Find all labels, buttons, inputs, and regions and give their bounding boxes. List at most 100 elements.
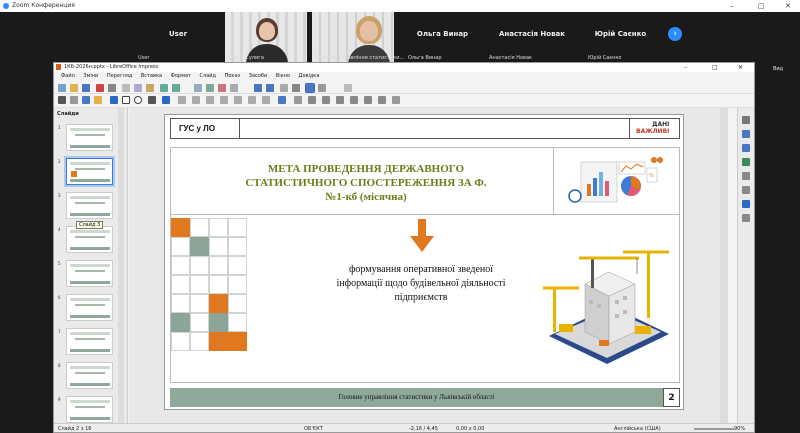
extrusion-icon[interactable]	[392, 96, 400, 104]
chart-icon[interactable]	[218, 84, 226, 92]
paste-icon[interactable]	[146, 84, 154, 92]
maximize-icon[interactable]: □	[712, 63, 718, 72]
menu-window[interactable]: Вікно	[276, 72, 290, 81]
zoom-icon[interactable]	[70, 96, 78, 104]
table-icon[interactable]	[194, 84, 202, 92]
next-page-button[interactable]: ›	[668, 27, 682, 41]
block-arrows-icon[interactable]	[220, 96, 228, 104]
new-icon[interactable]	[58, 84, 66, 92]
fill-color-icon[interactable]	[94, 96, 102, 104]
symbol-shapes-icon[interactable]	[206, 96, 214, 104]
minimize-icon[interactable]: –	[730, 0, 734, 12]
footer-text: Головне управління статистики у Львівськ…	[338, 393, 495, 401]
participant-tile[interactable]: User User	[133, 12, 223, 62]
arrange-icon[interactable]	[322, 96, 330, 104]
workspace-scrollbar[interactable]	[720, 108, 728, 423]
master-slide-icon[interactable]	[292, 84, 300, 92]
slide-thumbnail-selected[interactable]: 2	[58, 158, 113, 185]
arrow-line-icon[interactable]	[148, 96, 156, 104]
chevron-right-icon: ›	[673, 29, 677, 39]
textbox-icon[interactable]	[230, 84, 238, 92]
view-button[interactable]: Вид	[773, 66, 783, 72]
slide-thumbnail[interactable]: 6	[58, 294, 113, 321]
slide-number-box: 2	[663, 388, 680, 407]
ellipse-icon[interactable]	[134, 96, 142, 104]
participant-video-tile[interactable]: Головне управління статистики...	[312, 12, 404, 62]
crop-icon[interactable]	[364, 96, 372, 104]
distribute-icon[interactable]	[336, 96, 344, 104]
menu-help[interactable]: Довідка	[299, 72, 320, 81]
slides-panel: Слайди ✕ 1 2 3 4 5 6	[54, 108, 128, 423]
participant-video-tile[interactable]: Ольга Сулига	[225, 12, 310, 62]
undo-icon[interactable]	[160, 84, 168, 92]
animation-icon[interactable]	[742, 144, 750, 152]
menu-view[interactable]: Перегляд	[107, 72, 132, 81]
shapes-icon[interactable]	[742, 214, 750, 222]
open-icon[interactable]	[70, 84, 78, 92]
spelling-icon[interactable]	[344, 84, 352, 92]
stars-icon[interactable]	[262, 96, 270, 104]
slide-thumbnail[interactable]: 7	[58, 328, 113, 355]
participant-tile[interactable]: Ольга Винар Ольга Винар	[400, 12, 485, 62]
export-pdf-icon[interactable]	[96, 84, 104, 92]
menu-edit[interactable]: Зміни	[83, 72, 98, 81]
present-current-icon[interactable]	[266, 84, 274, 92]
image-icon[interactable]	[206, 84, 214, 92]
menu-format[interactable]: Формат	[171, 72, 191, 81]
menu-tools[interactable]: Засоби	[249, 72, 267, 81]
slides-panel-scrollbar[interactable]	[118, 108, 124, 423]
rotate-icon[interactable]	[294, 96, 302, 104]
styles-icon[interactable]	[742, 172, 750, 180]
shadow-icon[interactable]	[350, 96, 358, 104]
curve-icon[interactable]	[162, 96, 170, 104]
menu-file[interactable]: Файл	[61, 72, 75, 81]
slide-thumbnail[interactable]: 4	[58, 226, 113, 253]
rectangle-icon[interactable]	[122, 96, 130, 104]
zoom-slider[interactable]	[694, 428, 734, 430]
minimize-icon[interactable]: –	[684, 63, 687, 72]
copy-icon[interactable]	[134, 84, 142, 92]
line-icon[interactable]	[110, 96, 118, 104]
basic-shapes-icon[interactable]	[192, 96, 200, 104]
cut-icon[interactable]	[122, 84, 130, 92]
close-icon[interactable]: ✕	[785, 0, 791, 12]
new-slide-icon[interactable]	[318, 84, 326, 92]
close-icon[interactable]: ✕	[738, 63, 743, 72]
slide-thumbnail[interactable]: 9	[58, 396, 113, 423]
impress-window-title: 1КБ-2026н.pptx - LibreOffice Impress	[64, 64, 159, 70]
slide-canvas[interactable]: ГУС у ЛО ДАНІ ВАЖЛИВІ МЕТА ПРОВЕДЕННЯ ДЕ…	[164, 114, 684, 410]
svg-text:%: %	[649, 173, 654, 179]
redo-icon[interactable]	[172, 84, 180, 92]
slide-transition-icon[interactable]	[742, 130, 750, 138]
menu-insert[interactable]: Вставка	[141, 72, 162, 81]
status-zoom[interactable]: 90%	[734, 424, 745, 432]
maximize-icon[interactable]: □	[758, 0, 765, 12]
menu-slide[interactable]: Слайд	[200, 72, 216, 81]
slide-thumbnail[interactable]: 1	[58, 124, 113, 151]
3d-objects-icon[interactable]	[278, 96, 286, 104]
participant-tile[interactable]: Анастасія Новак Анастасія Новак	[487, 12, 577, 62]
print-icon[interactable]	[108, 84, 116, 92]
navigator-icon[interactable]	[742, 200, 750, 208]
layout-icon[interactable]	[305, 83, 315, 93]
participant-tile[interactable]: Юрій Саєнко Юрій Саєнко	[578, 12, 663, 62]
status-language[interactable]: Англійська (США)	[614, 424, 661, 432]
menu-show[interactable]: Показ	[225, 72, 241, 81]
flowchart-icon[interactable]	[234, 96, 242, 104]
slide-number: 3	[58, 193, 61, 198]
callouts-icon[interactable]	[248, 96, 256, 104]
select-icon[interactable]	[58, 96, 66, 104]
properties-icon[interactable]	[742, 116, 750, 124]
slide-thumbnail[interactable]: 8	[58, 362, 113, 389]
save-icon[interactable]	[82, 84, 90, 92]
master-slides-icon[interactable]	[742, 158, 750, 166]
present-icon[interactable]	[254, 84, 262, 92]
gallery-icon[interactable]	[742, 186, 750, 194]
display-views-icon[interactable]	[280, 84, 288, 92]
filter-icon[interactable]	[378, 96, 386, 104]
connector-icon[interactable]	[178, 96, 186, 104]
slide-thumbnail[interactable]: 3	[58, 192, 113, 219]
line-color-icon[interactable]	[82, 96, 90, 104]
slide-thumbnail[interactable]: 5	[58, 260, 113, 287]
align-icon[interactable]	[308, 96, 316, 104]
